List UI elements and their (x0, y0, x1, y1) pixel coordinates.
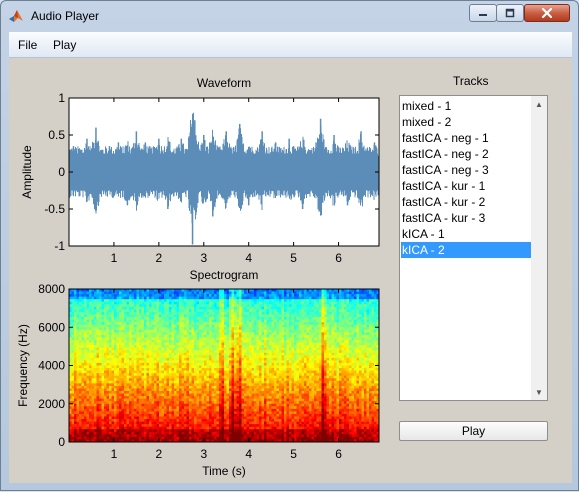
menu-bar: File Play (9, 32, 572, 58)
maximize-button[interactable] (496, 4, 524, 22)
minimize-icon (478, 8, 488, 18)
matlab-icon (8, 8, 24, 24)
title-bar[interactable]: Audio Player (1, 1, 578, 31)
close-icon (541, 7, 553, 19)
maximize-icon (505, 8, 515, 18)
menu-play[interactable]: Play (53, 38, 76, 52)
minimize-button[interactable] (469, 4, 497, 22)
app-window: Audio Player File Play 12345610.50-0.5-1… (0, 0, 579, 491)
window-title: Audio Player (31, 9, 99, 23)
menu-file[interactable]: File (18, 38, 37, 52)
close-button[interactable] (524, 4, 570, 22)
